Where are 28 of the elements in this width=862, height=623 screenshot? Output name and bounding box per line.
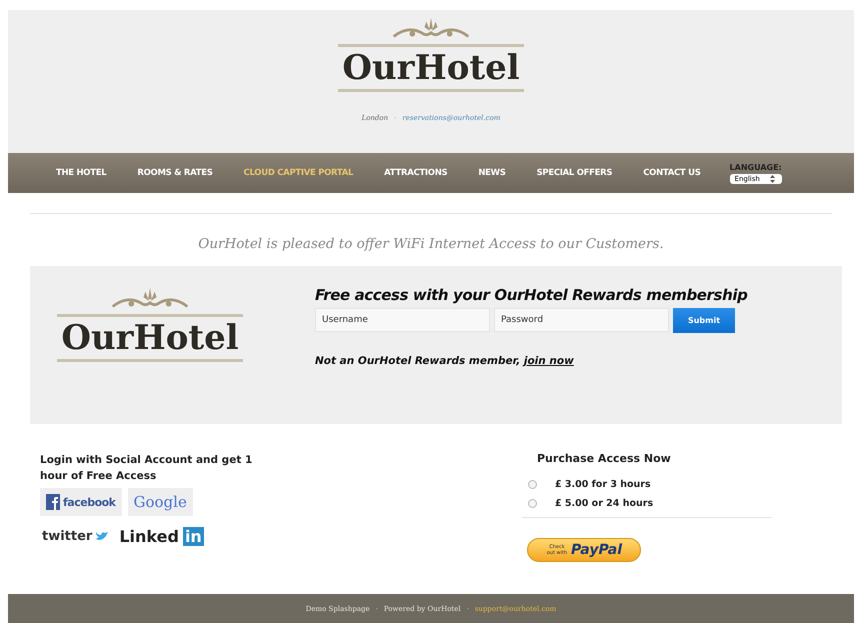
nav-link[interactable]: ROOMS & RATES (137, 168, 213, 178)
nav-link[interactable]: SPECIAL OFFERS (536, 168, 612, 178)
dropdown-arrows-icon (770, 174, 775, 182)
username-field[interactable]: Username (315, 308, 490, 332)
hotel-logo: OurHotel (338, 44, 524, 92)
language-label: LANGUAGE: (730, 162, 782, 172)
nav-link[interactable]: THE HOTEL (56, 168, 106, 178)
social-title: Login with Social Account and get 1 hour of Free Access (40, 453, 254, 484)
join-text: Not an OurHotel Rewards member, join now (315, 355, 575, 367)
join-link[interactable]: join now (524, 355, 574, 367)
nav-link[interactable]: NEWS (478, 168, 506, 178)
facebook-logo-icon (46, 494, 60, 510)
nav-link[interactable]: ATTRACTIONS (384, 168, 448, 178)
nav-link[interactable]: CONTACT US (643, 168, 701, 178)
login-title: Free access with your OurHotel Rewards membership (315, 286, 748, 304)
google-button[interactable]: Google (128, 488, 193, 516)
radio-button[interactable] (528, 499, 537, 508)
radio-button[interactable] (528, 480, 537, 489)
purchase-title: Purchase Access Now (537, 452, 672, 465)
submit-button[interactable]: Submit (673, 308, 735, 333)
price-option: £ 5.00 or 24 hours (555, 498, 654, 509)
facebook-button[interactable]: facebook (40, 488, 122, 516)
price-option: £ 3.00 for 3 hours (555, 479, 651, 490)
hotel-logo: OurHotel (57, 314, 243, 362)
nav-link[interactable]: CLOUD CAPTIVE PORTAL (244, 168, 354, 178)
password-field[interactable]: Password (494, 308, 669, 332)
bird-icon (95, 530, 110, 542)
tagline-text: OurHotel is pleased to offer WiFi Internet Access to our Customers. (197, 236, 665, 252)
